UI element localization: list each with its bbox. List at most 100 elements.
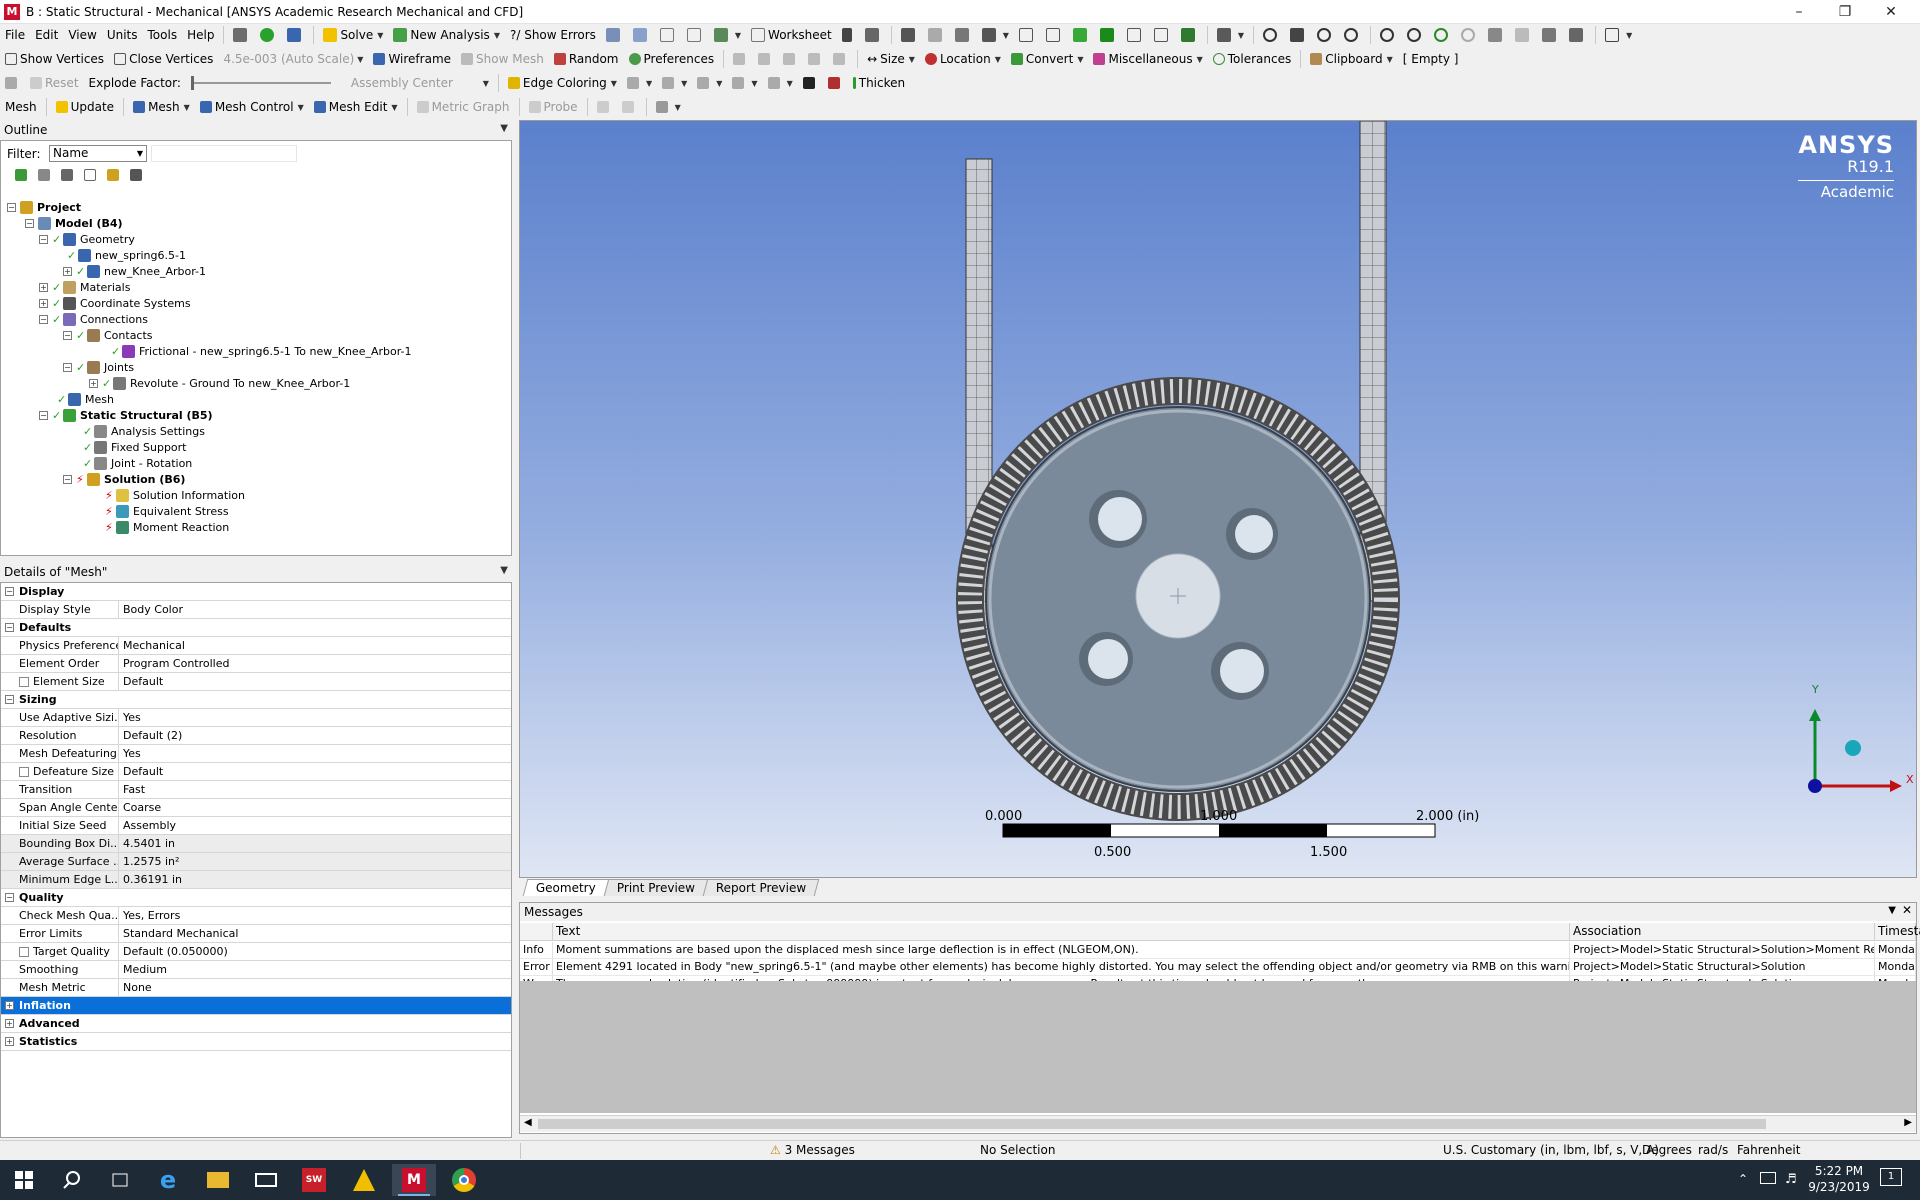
details-value[interactable]: Default (0.050000) — [119, 945, 228, 958]
expand-toggle-icon[interactable]: + — [39, 282, 48, 292]
edge-style-icon-2[interactable]: ▼ — [657, 73, 692, 93]
tab-geometry[interactable]: Geometry — [522, 879, 610, 896]
details-row[interactable]: Physics Preference Mechanical — [1, 636, 511, 655]
miscellaneous-dropdown[interactable]: Miscellaneous ▼ — [1088, 49, 1207, 69]
select-mesh-icon[interactable] — [1176, 25, 1203, 45]
tab-report-preview[interactable]: Report Preview — [702, 879, 820, 896]
tray-chevron-icon[interactable]: ⌃ — [1738, 1172, 1748, 1186]
tree-item-static-structural[interactable]: − ✓ Static Structural (B5) — [39, 407, 213, 423]
details-value[interactable]: Assembly — [119, 819, 176, 832]
details-value[interactable]: Default — [119, 675, 163, 688]
details-row[interactable]: Transition Fast — [1, 780, 511, 799]
tree-item-joint-rotation[interactable]: ✓ Joint - Rotation — [83, 455, 192, 471]
parameter-checkbox[interactable] — [19, 676, 29, 687]
tree-item-new-knee-arbor[interactable]: + ✓ new_Knee_Arbor-1 — [63, 263, 206, 279]
collapse-toggle-icon[interactable]: − — [5, 623, 14, 632]
viewport-layout-icon[interactable]: ▼ — [1600, 25, 1637, 45]
toolbar-icon-3[interactable] — [655, 25, 682, 45]
tree-icon[interactable] — [61, 169, 73, 181]
explode-icon[interactable] — [0, 73, 25, 93]
details-group-quality[interactable]: − Quality — [1, 889, 511, 907]
details-row[interactable]: Target Quality Default (0.050000) — [1, 942, 511, 961]
iso-view-icon[interactable] — [1483, 25, 1510, 45]
refresh-icon[interactable] — [15, 169, 27, 181]
menu-edit[interactable]: Edit — [30, 25, 63, 45]
volume-icon[interactable]: ♬ — [1785, 1172, 1797, 1187]
image-icon[interactable]: ▼ — [709, 25, 746, 45]
expand-toggle-icon[interactable]: + — [5, 1037, 14, 1046]
info-cursor-icon[interactable] — [837, 25, 860, 45]
edge-style-icon-1[interactable]: ▼ — [622, 73, 657, 93]
collapse-icon[interactable] — [38, 169, 50, 181]
minimize-button[interactable]: – — [1776, 0, 1822, 24]
edge-browser-icon[interactable]: e — [146, 1164, 190, 1196]
parameter-checkbox[interactable] — [19, 946, 29, 957]
tolerances-button[interactable]: Tolerances — [1208, 49, 1296, 69]
details-row[interactable]: Minimum Edge L... 0.36191 in — [1, 870, 511, 889]
tree-item-joints[interactable]: − ✓ Joints — [63, 359, 134, 375]
preferences-button[interactable]: Preferences — [624, 49, 720, 69]
search-icon[interactable] — [50, 1164, 94, 1196]
column-header-association[interactable]: Association — [1570, 923, 1875, 941]
explode-factor-slider[interactable] — [186, 73, 336, 93]
show-vertices-button[interactable]: Show Vertices — [0, 49, 109, 69]
edge-style-icon-3[interactable]: ▼ — [692, 73, 727, 93]
expand-toggle-icon[interactable]: + — [89, 378, 98, 388]
command-icon[interactable] — [228, 25, 255, 45]
message-row[interactable]: Error Element 4291 located in Body "new_s… — [520, 959, 1916, 976]
details-value[interactable]: Coarse — [119, 801, 161, 814]
details-value[interactable]: Yes — [119, 747, 141, 760]
close-button[interactable]: ✕ — [1868, 0, 1914, 24]
details-row[interactable]: Check Mesh Qua... Yes, Errors — [1, 906, 511, 925]
details-row[interactable]: Error Limits Standard Mechanical — [1, 924, 511, 943]
text-icon[interactable] — [682, 25, 709, 45]
clipboard-dropdown[interactable]: Clipboard ▼ — [1305, 49, 1397, 69]
expand-toggle-icon[interactable]: − — [39, 234, 48, 244]
windows-start-icon[interactable] — [2, 1164, 46, 1196]
details-group-inflation[interactable]: + Inflation — [1, 997, 511, 1015]
filter-search-input[interactable] — [151, 145, 297, 162]
annotation-icon-4[interactable] — [803, 49, 828, 69]
ansys-workbench-icon[interactable] — [342, 1164, 386, 1196]
convert-dropdown[interactable]: Convert ▼ — [1006, 49, 1089, 69]
xyz-icon[interactable] — [950, 25, 977, 45]
details-value[interactable]: Default (2) — [119, 729, 182, 742]
box-zoom-icon[interactable] — [1339, 25, 1366, 45]
tree-item-coordinate-systems[interactable]: + ✓ Coordinate Systems — [39, 295, 191, 311]
edge-style-icon-4[interactable]: ▼ — [727, 73, 762, 93]
details-value[interactable]: Program Controlled — [119, 657, 229, 670]
annotation-icon-2[interactable] — [753, 49, 778, 69]
tree-item-frictional-contact[interactable]: ✓ Frictional - new_spring6.5-1 To new_Kne… — [111, 343, 412, 359]
tree-item-connections[interactable]: − ✓ Connections — [39, 311, 148, 327]
scale-dropdown[interactable]: 4.5e-003 (Auto Scale) ▼ — [218, 49, 368, 69]
details-row[interactable]: Smoothing Medium — [1, 960, 511, 979]
tree-item-fixed-support[interactable]: ✓ Fixed Support — [83, 439, 187, 455]
pin-icon[interactable]: ▼ — [500, 565, 508, 576]
details-value[interactable]: Yes, Errors — [119, 909, 180, 922]
pen-icon[interactable] — [798, 73, 823, 93]
message-row[interactable]: Info Moment summations are based upon the… — [520, 942, 1916, 959]
details-row[interactable]: Span Angle Center Coarse — [1, 798, 511, 817]
collapse-toggle-icon[interactable]: − — [5, 893, 14, 902]
size-dropdown[interactable]: ↔ Size ▼ — [862, 49, 920, 69]
menu-help[interactable]: Help — [182, 25, 219, 45]
edge-style-icon-5[interactable]: ▼ — [763, 73, 798, 93]
details-row[interactable]: Average Surface ... 1.2575 in² — [1, 852, 511, 871]
tree-item-moment-reaction[interactable]: ⚡ Moment Reaction — [105, 519, 229, 535]
solve-button[interactable]: Solve ▼ — [318, 25, 388, 45]
pin-icon[interactable]: ▼ — [1888, 905, 1896, 916]
expand-toggle-icon[interactable]: + — [5, 1001, 14, 1010]
zoom-selection-icon[interactable] — [1429, 25, 1456, 45]
scrollbar-thumb[interactable] — [538, 1119, 1766, 1129]
mail-icon[interactable] — [244, 1164, 288, 1196]
select-icon-1[interactable] — [896, 25, 923, 45]
details-group-sizing[interactable]: − Sizing — [1, 691, 511, 709]
details-row[interactable]: Defeature Size Default — [1, 762, 511, 781]
select-icon-2[interactable] — [923, 25, 950, 45]
expand-toggle-icon[interactable]: − — [63, 362, 72, 372]
pin-icon[interactable]: ▼ — [500, 123, 508, 134]
display-options-icon-2[interactable] — [617, 97, 642, 117]
ansys-mechanical-app-icon[interactable]: M — [4, 3, 20, 20]
messages-status[interactable]: ⚠ 3 Messages — [770, 1143, 855, 1157]
details-row[interactable]: Display Style Body Color — [1, 600, 511, 619]
